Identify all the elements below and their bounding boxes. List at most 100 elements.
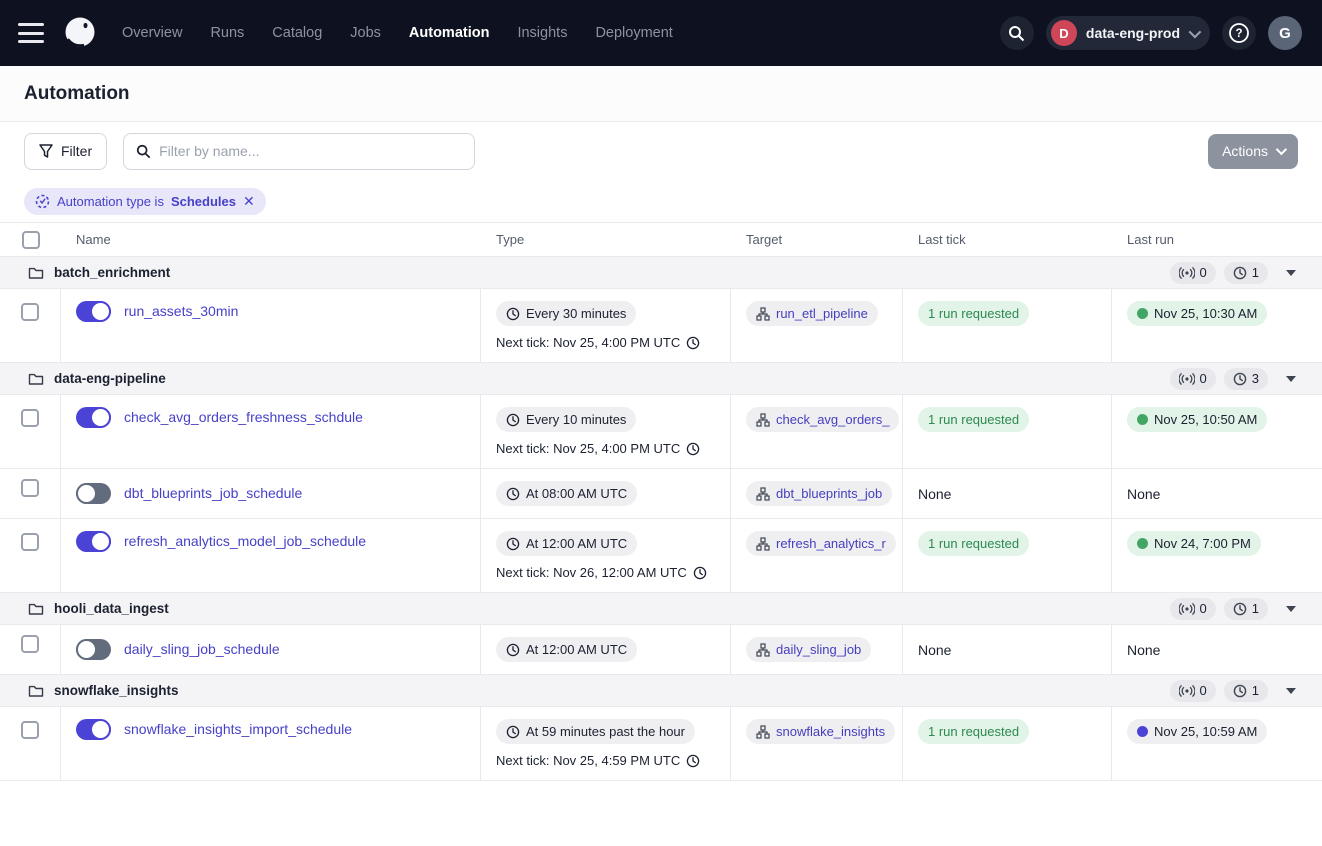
schedule-name-link[interactable]: dbt_blueprints_job_schedule <box>124 483 302 504</box>
clock-icon <box>506 537 520 550</box>
hamburger-menu-icon[interactable] <box>18 23 44 43</box>
schedule-name-link[interactable]: refresh_analytics_model_job_schedule <box>124 531 366 552</box>
main-nav: Overview Runs Catalog Jobs Automation In… <box>122 25 673 41</box>
last-run-badge[interactable]: Nov 24, 7:00 PM <box>1127 531 1261 556</box>
target-job-link[interactable]: snowflake_insights <box>746 719 896 744</box>
schedule-type-badge: At 08:00 AM UTC <box>496 481 638 506</box>
column-header-name: Name <box>76 232 111 247</box>
close-icon[interactable]: ✕ <box>243 194 255 208</box>
row-checkbox[interactable] <box>21 721 39 739</box>
target-job-link[interactable]: daily_sling_job <box>746 637 872 662</box>
run-status-dot <box>1137 414 1148 425</box>
schedule-type-badge: At 12:00 AM UTC <box>496 531 638 556</box>
table-row: run_assets_30min Every 30 minutes Next t… <box>0 289 1322 363</box>
last-tick-none: None <box>918 641 952 658</box>
folder-icon <box>28 373 44 385</box>
active-filters-row: Automation type is Schedules ✕ <box>0 180 1322 223</box>
sensor-icon <box>1178 372 1195 385</box>
collapse-caret-icon[interactable] <box>1286 269 1296 276</box>
next-tick-text: Next tick: Nov 25, 4:59 PM UTC <box>496 753 715 768</box>
schedule-name-link[interactable]: check_avg_orders_freshness_schdule <box>124 407 363 428</box>
target-job-link[interactable]: check_avg_orders_ <box>746 407 900 432</box>
last-run-badge[interactable]: Nov 25, 10:50 AM <box>1127 407 1268 432</box>
help-button[interactable]: ? <box>1222 16 1256 50</box>
user-avatar[interactable]: G <box>1268 16 1302 50</box>
last-run-badge[interactable]: Nov 25, 10:59 AM <box>1127 719 1268 744</box>
timezone-clock-icon[interactable] <box>686 754 700 768</box>
run-status-dot <box>1137 538 1148 549</box>
schedule-toggle[interactable] <box>76 639 111 660</box>
search-icon <box>137 144 151 158</box>
row-checkbox[interactable] <box>21 634 39 653</box>
table-row: daily_sling_job_schedule At 12:00 AM UTC… <box>0 625 1322 675</box>
schedule-toggle[interactable] <box>76 483 111 504</box>
clock-icon <box>1233 372 1247 385</box>
nav-item-overview[interactable]: Overview <box>122 25 182 41</box>
schedule-toggle[interactable] <box>76 719 111 740</box>
deployment-name: data-eng-prod <box>1085 25 1180 41</box>
timezone-clock-icon[interactable] <box>686 442 700 456</box>
name-filter-input[interactable] <box>159 143 463 159</box>
dagster-logo-icon[interactable] <box>60 13 100 53</box>
timezone-clock-icon[interactable] <box>686 336 700 350</box>
schedule-type-badge: At 12:00 AM UTC <box>496 637 638 662</box>
nav-item-automation[interactable]: Automation <box>409 25 490 41</box>
column-header-last-tick: Last tick <box>918 232 966 247</box>
last-tick-badge[interactable]: 1 run requested <box>918 407 1030 432</box>
schedule-type-badge: Every 30 minutes <box>496 301 637 326</box>
actions-button[interactable]: Actions <box>1208 133 1298 169</box>
toolbar: Filter Actions <box>0 122 1322 180</box>
automation-type-filter-chip[interactable]: Automation type is Schedules ✕ <box>24 187 266 215</box>
clock-icon <box>1233 684 1247 697</box>
collapse-caret-icon[interactable] <box>1286 687 1296 694</box>
target-job-link[interactable]: run_etl_pipeline <box>746 301 878 326</box>
clock-icon <box>506 725 520 738</box>
filter-button[interactable]: Filter <box>24 132 108 170</box>
nav-item-runs[interactable]: Runs <box>210 25 244 41</box>
row-checkbox[interactable] <box>21 303 39 321</box>
select-all-checkbox[interactable] <box>21 230 40 249</box>
timezone-clock-icon[interactable] <box>693 566 707 580</box>
target-job-link[interactable]: dbt_blueprints_job <box>746 481 893 506</box>
schedule-name-link[interactable]: snowflake_insights_import_schedule <box>124 719 352 740</box>
last-tick-badge[interactable]: 1 run requested <box>918 719 1030 744</box>
filter-chip-prefix: Automation type is <box>57 193 164 209</box>
last-run-badge[interactable]: Nov 25, 10:30 AM <box>1127 301 1268 326</box>
next-tick-text: Next tick: Nov 25, 4:00 PM UTC <box>496 335 715 350</box>
last-tick-badge[interactable]: 1 run requested <box>918 531 1030 556</box>
funnel-icon <box>39 144 53 158</box>
clock-icon <box>506 643 520 656</box>
row-checkbox[interactable] <box>21 478 39 497</box>
collapse-caret-icon[interactable] <box>1286 605 1296 612</box>
nav-item-jobs[interactable]: Jobs <box>350 25 381 41</box>
column-header-target: Target <box>746 232 783 247</box>
clock-icon <box>506 307 520 320</box>
search-button[interactable] <box>999 16 1034 50</box>
group-row-hooli-data-ingest[interactable]: hooli_data_ingest 0 1 <box>0 593 1322 625</box>
schedule-name-link[interactable]: run_assets_30min <box>124 301 238 322</box>
group-row-batch-enrichment[interactable]: batch_enrichment 0 1 <box>0 257 1322 289</box>
schedule-name-link[interactable]: daily_sling_job_schedule <box>124 639 280 660</box>
group-name: snowflake_insights <box>54 683 179 698</box>
target-job-link[interactable]: refresh_analytics_r <box>746 531 896 556</box>
row-checkbox[interactable] <box>21 533 39 551</box>
collapse-caret-icon[interactable] <box>1286 375 1296 382</box>
job-graph-icon <box>756 486 770 501</box>
row-checkbox[interactable] <box>21 409 39 427</box>
schedule-toggle[interactable] <box>76 531 111 552</box>
top-nav: Overview Runs Catalog Jobs Automation In… <box>0 0 1322 66</box>
run-status-dot <box>1137 726 1148 737</box>
nav-item-insights[interactable]: Insights <box>517 25 567 41</box>
last-tick-badge[interactable]: 1 run requested <box>918 301 1030 326</box>
table-row: refresh_analytics_model_job_schedule At … <box>0 519 1322 593</box>
schedule-toggle[interactable] <box>76 301 111 322</box>
nav-item-catalog[interactable]: Catalog <box>272 25 322 41</box>
chevron-down-icon <box>1188 25 1202 38</box>
name-filter-field <box>123 132 476 170</box>
sensor-icon <box>1178 602 1195 615</box>
schedule-toggle[interactable] <box>76 407 111 428</box>
deployment-switcher[interactable]: D data-eng-prod <box>1045 16 1210 50</box>
group-row-snowflake-insights[interactable]: snowflake_insights 0 1 <box>0 675 1322 707</box>
group-row-data-eng-pipeline[interactable]: data-eng-pipeline 0 3 <box>0 363 1322 395</box>
nav-item-deployment[interactable]: Deployment <box>595 25 672 41</box>
